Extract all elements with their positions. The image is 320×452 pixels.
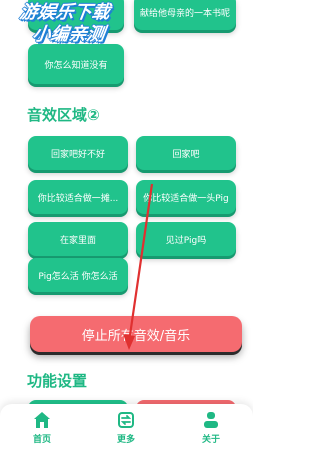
sound-button-top-right[interactable]: 献给他母亲的一本书呢 bbox=[134, 0, 236, 30]
tab-about[interactable]: 关于 bbox=[169, 404, 253, 452]
sound-button-top-left[interactable] bbox=[28, 0, 124, 30]
tab-more-label: 更多 bbox=[116, 435, 135, 445]
section-title-sound-effects: 音效区域② bbox=[27, 106, 100, 124]
sound-button-go-home[interactable]: 回家吧 bbox=[136, 136, 236, 170]
section-title-settings: 功能设置 bbox=[27, 372, 88, 390]
sound-button-at-home[interactable]: 在家里面 bbox=[28, 222, 128, 256]
sound-button-label: 回家吧 bbox=[172, 149, 200, 160]
sound-button-label: 回家吧好不好 bbox=[50, 149, 105, 160]
sound-button-go-home-please[interactable]: 回家吧好不好 bbox=[28, 136, 128, 170]
sound-button-suit-pig[interactable]: 你比较适合做一头Pig bbox=[136, 180, 236, 214]
home-icon bbox=[34, 412, 50, 428]
sound-button-label: 你比较适合做一摊... bbox=[37, 193, 119, 204]
sound-button-seen-pig[interactable]: 见过Pig吗 bbox=[136, 222, 236, 256]
stop-all-sounds-label: 停止所有音效/音乐 bbox=[81, 328, 191, 344]
sound-button-label: Pig怎么活 你怎么活 bbox=[38, 271, 118, 282]
app-screen: 献给他母亲的一本书呢 你怎么知道没有 游娱乐下载 小编亲测 音效区域② 回家吧好… bbox=[0, 0, 253, 452]
sound-button-label: 献给他母亲的一本书呢 bbox=[139, 8, 230, 19]
user-icon bbox=[204, 412, 218, 428]
sound-button-suit-stall[interactable]: 你比较适合做一摊... bbox=[28, 180, 128, 214]
tab-home-label: 首页 bbox=[32, 435, 51, 445]
stop-all-sounds-button[interactable]: 停止所有音效/音乐 bbox=[30, 316, 242, 352]
tab-about-label: 关于 bbox=[201, 435, 220, 445]
sound-button-label: 你怎么知道没有 bbox=[44, 60, 108, 71]
tab-home[interactable]: 首页 bbox=[0, 404, 84, 452]
sound-button-how-know[interactable]: 你怎么知道没有 bbox=[28, 44, 124, 84]
sound-button-label: 见过Pig吗 bbox=[165, 235, 207, 246]
sound-button-label: 你比较适合做一头Pig bbox=[143, 193, 229, 204]
swap-icon bbox=[118, 412, 134, 428]
sound-button-label: 在家里面 bbox=[59, 235, 96, 246]
bottom-tab-bar: 首页 更多 关于 bbox=[0, 404, 253, 452]
tab-more[interactable]: 更多 bbox=[84, 404, 168, 452]
sound-button-how-pig-lives[interactable]: Pig怎么活 你怎么活 bbox=[28, 258, 128, 292]
